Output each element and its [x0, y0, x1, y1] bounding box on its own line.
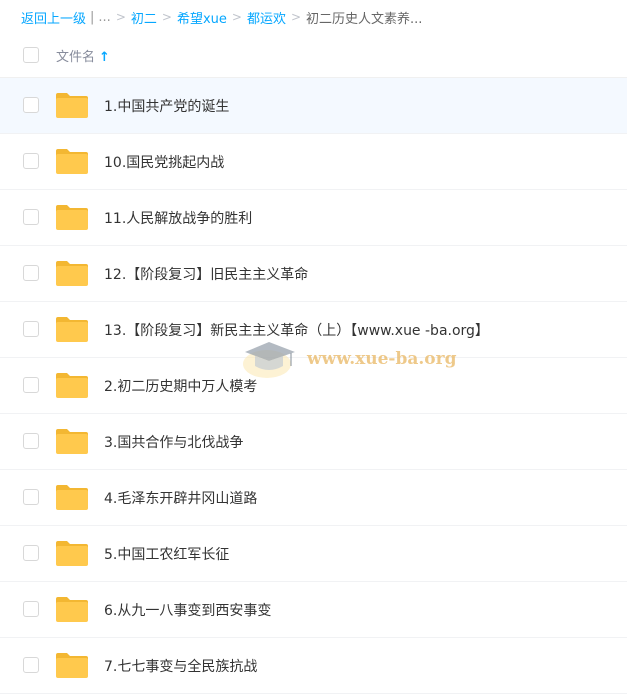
- row-checkbox[interactable]: [23, 377, 39, 393]
- file-name[interactable]: 4.毛泽东开辟井冈山道路: [104, 488, 257, 508]
- file-row[interactable]: 1.中国共产党的诞生: [0, 78, 627, 134]
- chevron-right-icon: >: [290, 10, 302, 24]
- chevron-right-icon: >: [161, 10, 172, 24]
- folder-icon[interactable]: [55, 484, 89, 511]
- sort-by-name-button[interactable]: 文件名 ↑: [56, 46, 110, 65]
- breadcrumb-current: 初二历史人文素养...: [306, 11, 423, 27]
- column-label: 文件名: [56, 50, 96, 65]
- row-checkbox[interactable]: [23, 657, 39, 673]
- breadcrumb-divider: |: [90, 9, 95, 25]
- file-name[interactable]: 13.【阶段复习】新民主主义革命（上）【www.xue -ba.org】: [104, 320, 489, 340]
- file-name[interactable]: 1.中国共产党的诞生: [104, 96, 229, 116]
- file-name[interactable]: 5.中国工农红军长征: [104, 544, 229, 564]
- breadcrumb-item[interactable]: 都运欢: [247, 8, 286, 27]
- row-checkbox[interactable]: [23, 545, 39, 561]
- file-row[interactable]: 7.七七事变与全民族抗战: [0, 638, 627, 694]
- row-checkbox[interactable]: [23, 321, 39, 337]
- file-row[interactable]: 12.【阶段复习】旧民主主义革命: [0, 246, 627, 302]
- file-name[interactable]: 6.从九一八事变到西安事变: [104, 600, 271, 620]
- breadcrumb: 返回上一级 | ... > 初二 > 希望xue > 都运欢 > 初二历史人文素…: [0, 0, 627, 34]
- chevron-right-icon: >: [231, 10, 242, 24]
- chevron-right-icon: >: [115, 10, 126, 24]
- folder-icon[interactable]: [55, 148, 89, 175]
- row-checkbox[interactable]: [23, 97, 39, 113]
- row-checkbox[interactable]: [23, 601, 39, 617]
- file-row[interactable]: 4.毛泽东开辟井冈山道路: [0, 470, 627, 526]
- file-row[interactable]: 6.从九一八事变到西安事变: [0, 582, 627, 638]
- list-header: 文件名 ↑: [0, 34, 627, 78]
- file-row[interactable]: 5.中国工农红军长征: [0, 526, 627, 582]
- folder-icon[interactable]: [55, 260, 89, 287]
- file-row[interactable]: 2.初二历史期中万人模考: [0, 358, 627, 414]
- file-row[interactable]: 10.国民党挑起内战: [0, 134, 627, 190]
- folder-icon[interactable]: [55, 428, 89, 455]
- folder-icon[interactable]: [55, 372, 89, 399]
- file-row[interactable]: 11.人民解放战争的胜利: [0, 190, 627, 246]
- select-all-checkbox[interactable]: [23, 47, 39, 63]
- row-checkbox[interactable]: [23, 265, 39, 281]
- sort-ascending-icon: ↑: [99, 50, 110, 65]
- file-row[interactable]: 13.【阶段复习】新民主主义革命（上）【www.xue -ba.org】: [0, 302, 627, 358]
- file-name[interactable]: 3.国共合作与北伐战争: [104, 432, 243, 452]
- back-link[interactable]: 返回上一级: [21, 8, 86, 27]
- row-checkbox[interactable]: [23, 209, 39, 225]
- file-name[interactable]: 7.七七事变与全民族抗战: [104, 656, 257, 676]
- row-checkbox[interactable]: [23, 489, 39, 505]
- folder-icon[interactable]: [55, 652, 89, 679]
- folder-icon[interactable]: [55, 316, 89, 343]
- file-name[interactable]: 2.初二历史期中万人模考: [104, 376, 257, 396]
- file-name[interactable]: 10.国民党挑起内战: [104, 152, 224, 172]
- row-checkbox[interactable]: [23, 153, 39, 169]
- breadcrumb-item[interactable]: 希望xue: [177, 8, 227, 27]
- folder-icon[interactable]: [55, 204, 89, 231]
- folder-icon[interactable]: [55, 92, 89, 119]
- file-row[interactable]: 3.国共合作与北伐战争: [0, 414, 627, 470]
- folder-icon[interactable]: [55, 540, 89, 567]
- breadcrumb-ellipsis[interactable]: ...: [98, 10, 110, 25]
- row-checkbox[interactable]: [23, 433, 39, 449]
- breadcrumb-item[interactable]: 初二: [131, 8, 157, 27]
- file-name[interactable]: 12.【阶段复习】旧民主主义革命: [104, 264, 308, 284]
- folder-icon[interactable]: [55, 596, 89, 623]
- file-name[interactable]: 11.人民解放战争的胜利: [104, 208, 252, 228]
